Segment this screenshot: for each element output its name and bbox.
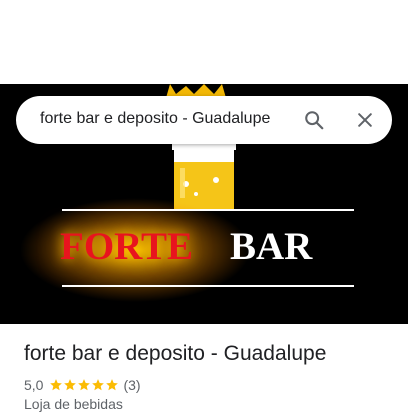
top-blank-area (0, 0, 408, 84)
logo-word-forte: FORTE (60, 225, 193, 268)
logo-wordmark: FORTE BAR (0, 216, 408, 276)
rating-stars (49, 378, 119, 392)
rating-value: 5,0 (24, 377, 44, 393)
place-info-panel: forte bar e deposito - Guadalupe 5,0 (3)… (0, 324, 408, 412)
close-icon (358, 113, 372, 127)
search-button[interactable] (298, 104, 330, 136)
star-icon (78, 379, 91, 391)
search-bar[interactable]: forte bar e deposito - Guadalupe (16, 96, 392, 144)
star-icon (64, 379, 77, 391)
search-icon (305, 111, 324, 130)
close-button[interactable] (349, 104, 381, 136)
star-icon (106, 379, 119, 391)
star-icon (92, 379, 105, 391)
rating-row[interactable]: 5,0 (3) (24, 376, 141, 394)
logo-word-bar: BAR (230, 225, 313, 268)
place-title: forte bar e deposito - Guadalupe (24, 342, 327, 365)
review-count[interactable]: (3) (123, 377, 140, 393)
place-category: Loja de bebidas (24, 396, 123, 412)
star-icon (50, 379, 63, 391)
search-input[interactable]: forte bar e deposito - Guadalupe (40, 110, 290, 128)
